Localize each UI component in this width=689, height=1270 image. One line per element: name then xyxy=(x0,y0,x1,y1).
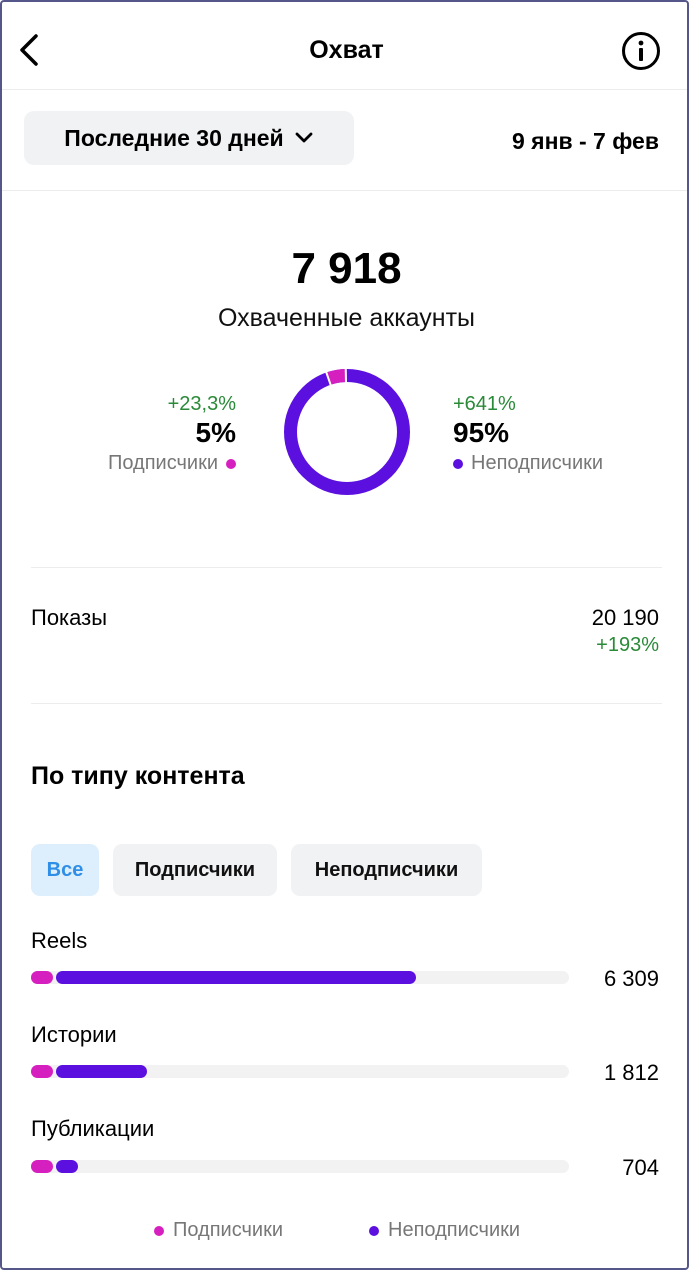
non-followers-dot-icon xyxy=(453,458,463,469)
period-dropdown[interactable]: Последние 30 дней xyxy=(24,111,354,165)
bar-non-followers-segment xyxy=(56,1160,78,1173)
content-type-bar-stories xyxy=(31,1065,569,1078)
legend-non-followers: Неподписчики xyxy=(369,1219,520,1242)
content-type-bar-reels xyxy=(31,971,569,984)
bar-non-followers-segment xyxy=(56,971,416,984)
date-range: 9 янв - 7 фев xyxy=(511,128,659,154)
reach-donut-chart xyxy=(284,367,410,495)
header-divider xyxy=(2,89,687,90)
non-followers-dot-icon xyxy=(369,1225,379,1236)
non-followers-change: +641% xyxy=(453,393,516,415)
non-followers-legend-label: Неподписчики xyxy=(471,452,604,474)
content-type-value-posts: 704 xyxy=(622,1155,659,1180)
bar-non-followers-segment xyxy=(56,1065,147,1078)
page-title: Охват xyxy=(309,36,384,64)
content-type-value-reels: 6 309 xyxy=(603,966,659,991)
followers-percent: 5% xyxy=(195,417,236,448)
content-type-label-reels: Reels xyxy=(31,928,88,953)
legend-followers-label: Подписчики xyxy=(173,1219,284,1241)
bar-followers-segment xyxy=(31,1160,53,1173)
reach-screen: Охват Последние 30 дней 9 янв - 7 фев 7 … xyxy=(0,0,689,1270)
chevron-down-icon xyxy=(295,132,313,143)
followers-change: +23,3% xyxy=(167,393,236,415)
content-type-value-stories: 1 812 xyxy=(603,1060,659,1085)
impressions-change: +193% xyxy=(596,634,659,656)
impressions-label: Показы xyxy=(31,605,108,630)
donut-non-followers-ring xyxy=(284,369,410,495)
tab-all[interactable]: Все xyxy=(31,844,99,896)
reach-divider xyxy=(31,567,662,568)
followers-dot-icon xyxy=(154,1225,164,1236)
accounts-reached-count: 7 918 xyxy=(291,244,402,293)
content-type-label-stories: Истории xyxy=(31,1022,117,1047)
bar-followers-segment xyxy=(31,1065,53,1078)
content-type-title: По типу контента xyxy=(31,762,245,790)
non-followers-percent: 95% xyxy=(453,417,510,448)
legend-followers: Подписчики xyxy=(154,1219,283,1242)
filter-divider xyxy=(2,190,687,191)
content-type-bar-posts xyxy=(31,1160,569,1173)
tab-non-followers[interactable]: Неподписчики xyxy=(291,844,482,896)
impressions-value: 20 190 xyxy=(591,605,659,630)
followers-legend: Подписчики xyxy=(108,452,236,475)
info-icon xyxy=(622,32,660,70)
followers-legend-label: Подписчики xyxy=(107,452,218,474)
tab-followers[interactable]: Подписчики xyxy=(113,844,277,896)
impressions-divider xyxy=(31,703,662,704)
bar-followers-segment xyxy=(31,971,53,984)
info-button[interactable] xyxy=(621,31,661,71)
non-followers-legend: Неподписчики xyxy=(453,452,603,475)
legend-non-followers-label: Неподписчики xyxy=(388,1219,521,1241)
period-label: Последние 30 дней xyxy=(64,124,284,151)
followers-dot-icon xyxy=(226,458,236,469)
accounts-reached-label: Охваченные аккаунты xyxy=(217,304,476,332)
content-type-label-posts: Публикации xyxy=(31,1116,155,1141)
donut-followers-segment xyxy=(326,369,347,385)
